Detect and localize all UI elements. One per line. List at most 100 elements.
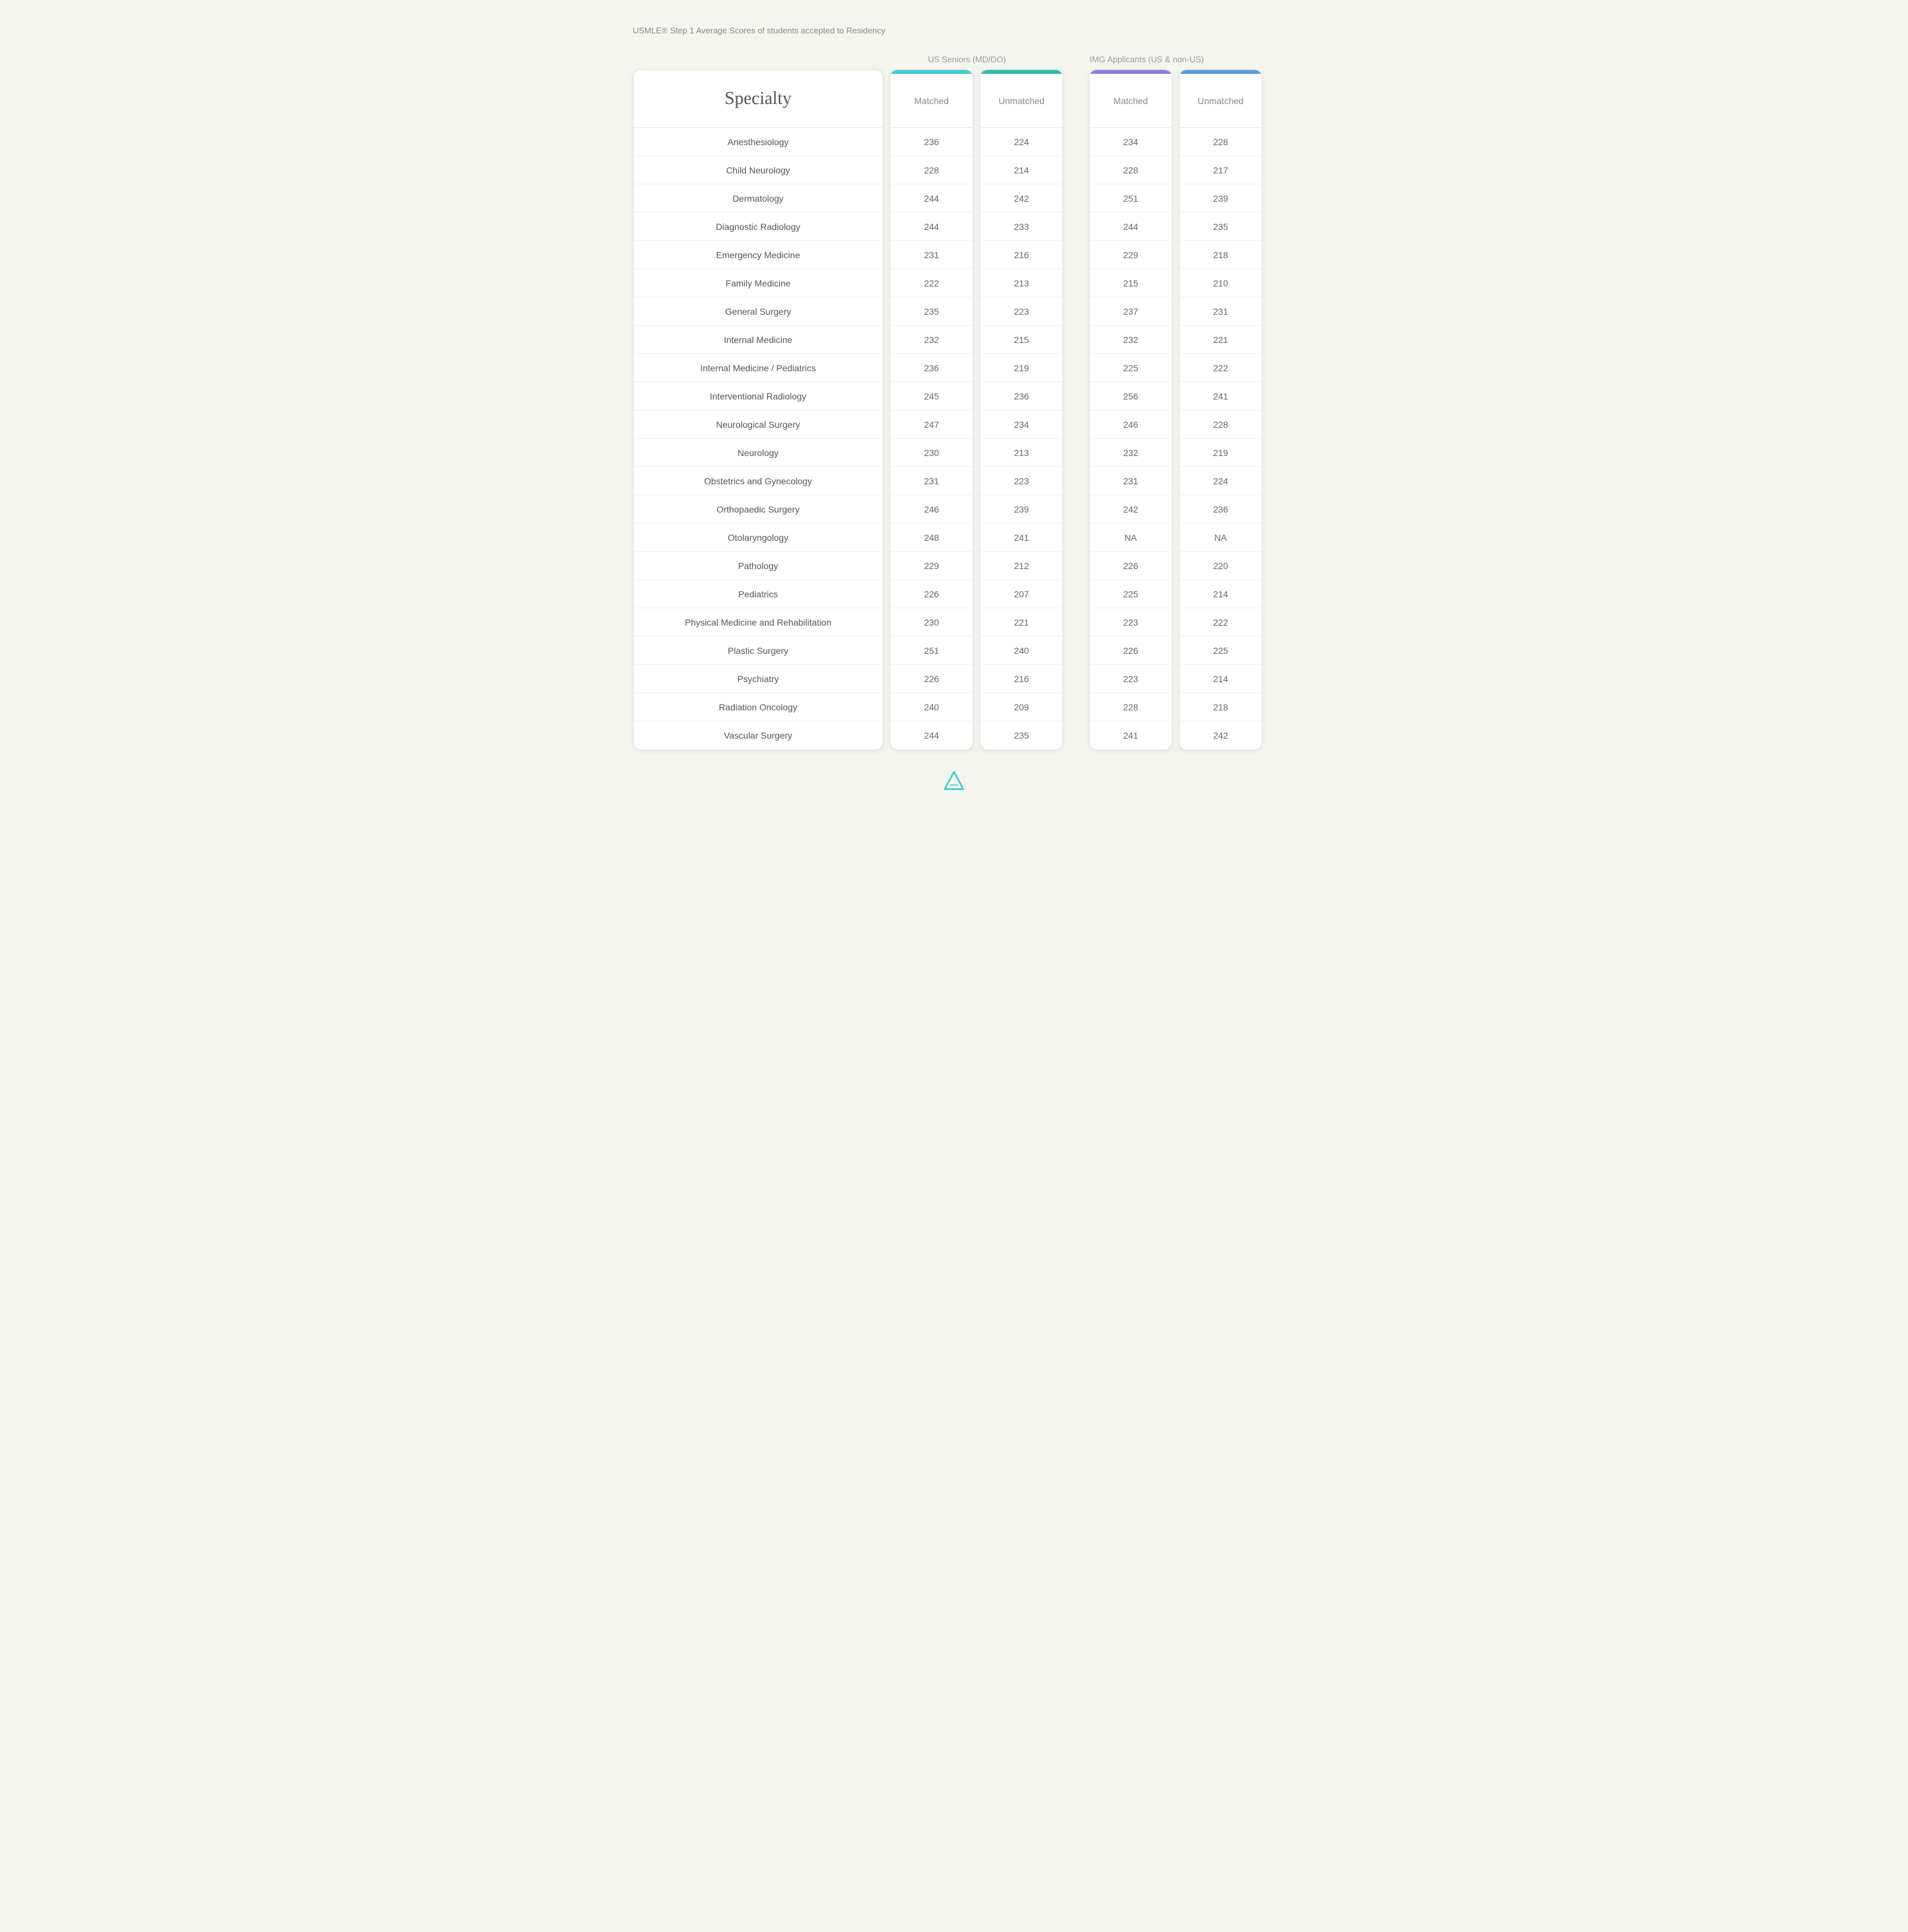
logo-icon — [942, 769, 966, 793]
table-row: 237 — [1090, 297, 1172, 326]
table-row: 244 — [890, 184, 973, 213]
table-row: Internal Medicine — [633, 326, 883, 354]
table-row: 226 — [1090, 552, 1172, 580]
table-row: 230 — [890, 608, 973, 637]
table-row: 241 — [1090, 721, 1172, 750]
table-row: 248 — [890, 523, 973, 552]
specialty-column: Specialty AnesthesiologyChild NeurologyD… — [633, 69, 883, 750]
table-row: NA — [1179, 523, 1262, 552]
table-row: Child Neurology — [633, 156, 883, 184]
table-row: 229 — [1090, 241, 1172, 269]
table-row: 233 — [980, 213, 1063, 241]
table-row: Dermatology — [633, 184, 883, 213]
table-row: 235 — [980, 721, 1063, 750]
table-row: 256 — [1090, 382, 1172, 410]
table-row: 228 — [1090, 693, 1172, 721]
table-row: Internal Medicine / Pediatrics — [633, 354, 883, 382]
table-row: 226 — [890, 580, 973, 608]
page-title: USMLE® Step 1 Average Scores of students… — [633, 26, 1275, 35]
specialty-column-header: Specialty — [633, 70, 883, 128]
table-row: 217 — [1179, 156, 1262, 184]
table-row: 213 — [980, 269, 1063, 297]
table-row: 239 — [1179, 184, 1262, 213]
table-row: Radiation Oncology — [633, 693, 883, 721]
table-row: 215 — [1090, 269, 1172, 297]
table-row: General Surgery — [633, 297, 883, 326]
table-row: 244 — [1090, 213, 1172, 241]
table-row: 223 — [1090, 608, 1172, 637]
table-row: Psychiatry — [633, 665, 883, 693]
table-row: Pathology — [633, 552, 883, 580]
table-row: 236 — [890, 354, 973, 382]
table-row: 247 — [890, 410, 973, 439]
table-row: 222 — [1179, 354, 1262, 382]
table-row: 242 — [980, 184, 1063, 213]
table-row: 251 — [890, 637, 973, 665]
table-row: 219 — [980, 354, 1063, 382]
table-row: 220 — [1179, 552, 1262, 580]
table-row: 218 — [1179, 241, 1262, 269]
table-row: Physical Medicine and Rehabilitation — [633, 608, 883, 637]
table-row: Orthopaedic Surgery — [633, 495, 883, 523]
table-row: 228 — [890, 156, 973, 184]
table-row: 234 — [1090, 128, 1172, 156]
col3-header: Matched — [1090, 70, 1172, 128]
table-row: 228 — [1179, 128, 1262, 156]
table-row: 207 — [980, 580, 1063, 608]
table-row: 209 — [980, 693, 1063, 721]
table-row: 230 — [890, 439, 973, 467]
table-row: 236 — [890, 128, 973, 156]
table-row: 210 — [1179, 269, 1262, 297]
table-row: Interventional Radiology — [633, 382, 883, 410]
table-row: 245 — [890, 382, 973, 410]
table-row: 223 — [1090, 665, 1172, 693]
table-row: 215 — [980, 326, 1063, 354]
col2-header: Unmatched — [980, 70, 1063, 128]
table-row: 236 — [980, 382, 1063, 410]
table-row: 225 — [1179, 637, 1262, 665]
table-row: Neurological Surgery — [633, 410, 883, 439]
table-row: 231 — [1090, 467, 1172, 495]
table-row: 212 — [980, 552, 1063, 580]
table-row: 225 — [1090, 354, 1172, 382]
table-row: 221 — [1179, 326, 1262, 354]
table-row: Anesthesiology — [633, 128, 883, 156]
table-row: 223 — [980, 297, 1063, 326]
table-row: 219 — [1179, 439, 1262, 467]
table-row: 246 — [1090, 410, 1172, 439]
table-row: 222 — [1179, 608, 1262, 637]
table-row: 231 — [890, 241, 973, 269]
table-row: 214 — [980, 156, 1063, 184]
table-row: 228 — [1179, 410, 1262, 439]
table-row: 223 — [980, 467, 1063, 495]
col-img-matched: Matched 23422825124422921523723222525624… — [1089, 69, 1172, 750]
table-row: 222 — [890, 269, 973, 297]
table-row: 246 — [890, 495, 973, 523]
table-row: 218 — [1179, 693, 1262, 721]
table-row: 236 — [1179, 495, 1262, 523]
table-row: 242 — [1090, 495, 1172, 523]
table-row: 241 — [1179, 382, 1262, 410]
table-row: 226 — [890, 665, 973, 693]
table-row: 251 — [1090, 184, 1172, 213]
table-row: 216 — [980, 241, 1063, 269]
table-row: 235 — [1179, 213, 1262, 241]
group1-label: US Seniors (MD/DO) — [883, 55, 1050, 69]
table-row: 239 — [980, 495, 1063, 523]
col-us-unmatched: Unmatched 224214242233216213223215219236… — [980, 69, 1063, 750]
col-us-matched: Matched 23622824424423122223523223624524… — [890, 69, 973, 750]
table-row: 232 — [1090, 439, 1172, 467]
table-row: 242 — [1179, 721, 1262, 750]
table-row: 235 — [890, 297, 973, 326]
table-row: 224 — [980, 128, 1063, 156]
table-row: 240 — [890, 693, 973, 721]
table-row: 244 — [890, 721, 973, 750]
table-row: Vascular Surgery — [633, 721, 883, 750]
table-row: Plastic Surgery — [633, 637, 883, 665]
table-row: 244 — [890, 213, 973, 241]
table-row: 231 — [1179, 297, 1262, 326]
table-row: 231 — [890, 467, 973, 495]
table-row: Emergency Medicine — [633, 241, 883, 269]
table-row: 234 — [980, 410, 1063, 439]
table-row: Pediatrics — [633, 580, 883, 608]
